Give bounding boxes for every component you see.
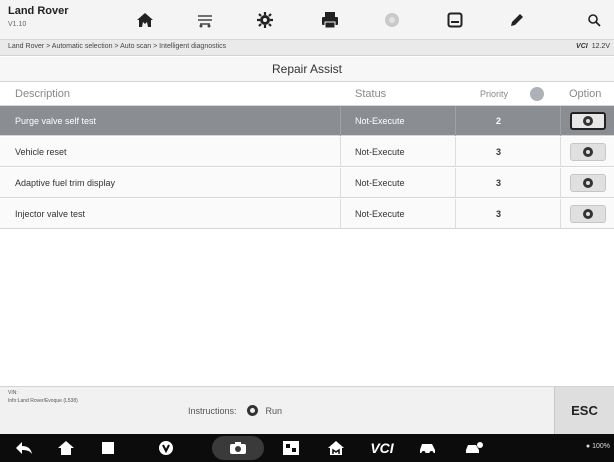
- run-legend-icon: [246, 405, 258, 416]
- back-button[interactable]: [6, 434, 42, 462]
- help-button[interactable]: [362, 0, 422, 39]
- run-legend-label: Run: [265, 405, 283, 416]
- browser-icon: [159, 441, 173, 455]
- battery-icon: ●: [585, 443, 591, 450]
- row-description: Adaptive fuel trim display: [15, 178, 116, 188]
- row-description: Injector valve test: [15, 209, 86, 219]
- table-row[interactable]: Purge valve self test Not-Execute 2: [0, 106, 614, 136]
- footer-bar: VIN: Info:Land Rover/Evoque (L538) Instr…: [0, 386, 614, 435]
- row-description: Vehicle reset: [15, 147, 67, 157]
- remote-car-icon: [466, 442, 483, 453]
- row-priority: 2: [496, 116, 502, 126]
- row-description: Purge valve self test: [15, 116, 97, 126]
- system-nav-bar: VCI ● 100%: [0, 434, 614, 462]
- run-button[interactable]: [570, 205, 606, 223]
- home-icon: [137, 12, 153, 27]
- home-nav-button[interactable]: [48, 434, 84, 462]
- vin-label: VIN:: [8, 390, 18, 396]
- row-priority: 3: [496, 147, 502, 157]
- search-button[interactable]: [574, 0, 614, 39]
- row-status: Not-Execute: [355, 178, 405, 188]
- camera-button[interactable]: [220, 434, 256, 462]
- vci-label: VCI: [576, 43, 588, 50]
- help-icon: [385, 12, 399, 27]
- edit-icon: [511, 13, 523, 26]
- save-icon: [447, 12, 463, 27]
- vehicle-button[interactable]: [410, 434, 446, 462]
- column-header-status: Status: [355, 88, 387, 100]
- car-icon: [420, 444, 435, 455]
- camera-icon: [230, 442, 246, 454]
- home-nav-icon: [58, 441, 74, 455]
- table-row[interactable]: Vehicle reset Not-Execute 3: [0, 137, 614, 167]
- instructions: Instructions: Run: [188, 405, 282, 416]
- vci-button[interactable]: VCI: [362, 434, 402, 462]
- remote-service-button[interactable]: [456, 434, 492, 462]
- vehicle-swap-icon: [198, 14, 212, 27]
- gallery-icon: [283, 441, 299, 455]
- battery-voltage: 12.2V: [591, 43, 610, 50]
- esc-button[interactable]: ESC: [554, 387, 614, 435]
- page-title: Repair Assist: [0, 57, 614, 82]
- run-icon: [583, 209, 593, 219]
- column-header-priority: Priority: [480, 89, 509, 99]
- run-icon: [583, 178, 593, 188]
- settings-button[interactable]: [235, 0, 295, 39]
- vci-nav-label: VCI: [370, 440, 394, 456]
- priority-info-icon[interactable]: [530, 87, 544, 101]
- run-button[interactable]: [570, 112, 606, 130]
- print-icon: [322, 11, 338, 28]
- breadcrumb: Land Rover > Automatic selection > Auto …: [8, 43, 227, 50]
- diagnostics-home-button[interactable]: [318, 434, 354, 462]
- row-status: Not-Execute: [355, 209, 405, 219]
- edit-button[interactable]: [487, 0, 547, 39]
- table-row[interactable]: Adaptive fuel trim display Not-Execute 3: [0, 168, 614, 198]
- back-arrow-icon: [16, 442, 32, 454]
- recent-apps-icon: [102, 442, 114, 454]
- row-priority: 3: [496, 209, 502, 219]
- home-m-icon: [328, 441, 344, 455]
- breadcrumb-bar: Land Rover > Automatic selection > Auto …: [0, 40, 614, 56]
- column-header-option: Option: [569, 88, 602, 100]
- app-title: Land Rover: [8, 5, 69, 17]
- row-priority: 3: [496, 178, 502, 188]
- home-button[interactable]: [115, 0, 175, 39]
- run-button[interactable]: [570, 174, 606, 192]
- browser-button[interactable]: [148, 434, 184, 462]
- column-header-description: Description: [15, 88, 71, 100]
- instructions-label: Instructions:: [188, 405, 237, 416]
- run-icon: [583, 116, 593, 126]
- system-status: ● 100%: [586, 443, 610, 450]
- vehicle-info: Info:Land Rover/Evoque (L538): [8, 398, 78, 404]
- top-toolbar: Land Rover V1.10: [0, 0, 614, 40]
- row-status: Not-Execute: [355, 147, 405, 157]
- table-row[interactable]: Injector valve test Not-Execute 3: [0, 199, 614, 229]
- vci-status: VCI 12.2V: [576, 43, 610, 50]
- gallery-button[interactable]: [273, 434, 309, 462]
- run-icon: [583, 147, 593, 157]
- vehicle-swap-button[interactable]: [175, 0, 235, 39]
- table-header: Description Status Priority Option: [0, 82, 614, 106]
- print-button[interactable]: [300, 0, 360, 39]
- row-status: Not-Execute: [355, 116, 405, 126]
- app-version: V1.10: [8, 21, 27, 28]
- run-button[interactable]: [570, 143, 606, 161]
- save-button[interactable]: [425, 0, 485, 39]
- battery-percent: 100%: [592, 443, 610, 450]
- settings-icon: [257, 11, 273, 28]
- recent-apps-button[interactable]: [90, 434, 126, 462]
- search-icon: [588, 13, 601, 27]
